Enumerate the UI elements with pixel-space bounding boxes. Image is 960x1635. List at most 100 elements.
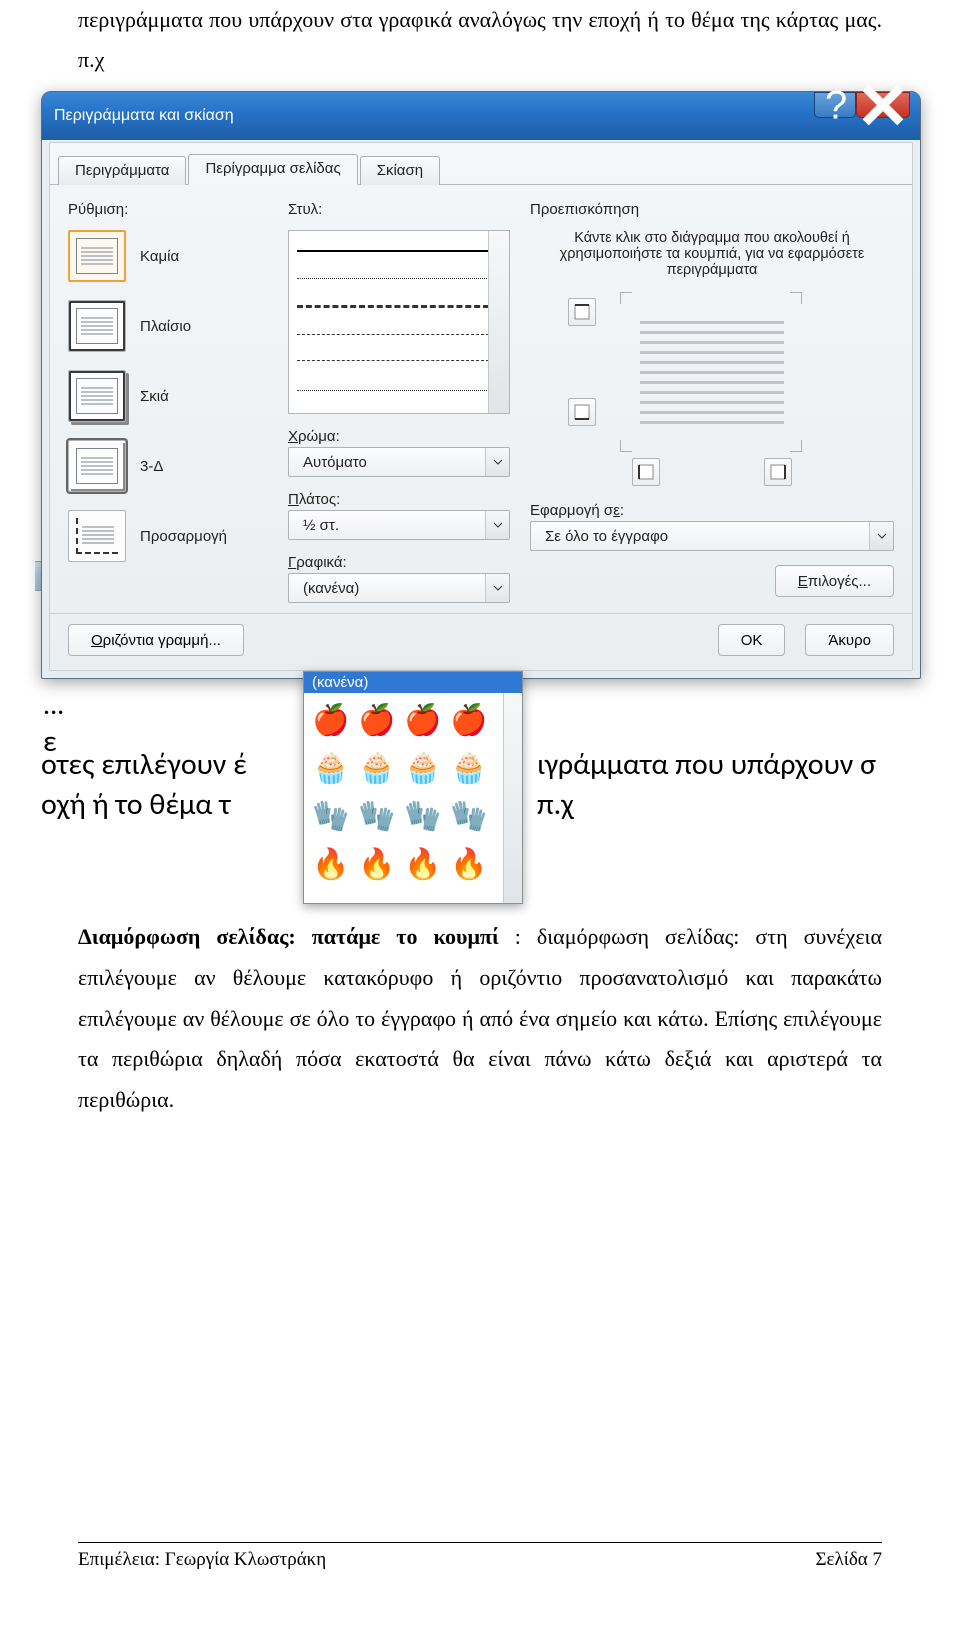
ok-button[interactable]: OK [718, 624, 786, 656]
bg-text-line-2: οχή ή το θέμα τ [41, 786, 231, 823]
corner-tick [790, 440, 802, 452]
dropdown-selected[interactable]: (κανένα) [304, 672, 522, 693]
setting-3d-label: 3-Δ [140, 458, 163, 475]
bg-peek-dots: ... [43, 687, 83, 722]
apple-icon: 🍎 [448, 699, 490, 741]
shadow-icon [68, 370, 126, 422]
apple-icon: 🍎 [310, 699, 352, 741]
three-d-icon [68, 440, 126, 492]
art-value: (κανένα) [303, 580, 359, 597]
apply-label: Εφαρμογή σε: [530, 502, 894, 519]
tab-shading-label: Σκίαση [377, 162, 423, 179]
intro-paragraph: περιγράμματα που υπάρχουν στα γραφικά αν… [78, 0, 882, 79]
art-row-apples[interactable]: 🍎 🍎 🍎 🍎 [310, 699, 502, 741]
preview-label: Προεπισκόπηση [530, 201, 894, 218]
options-button[interactable]: Επιλογές... [775, 565, 894, 597]
preview-diagram[interactable] [562, 292, 862, 452]
art-label: Γραφικά: [288, 554, 510, 571]
footer-page: Σελίδα 7 [815, 1549, 882, 1571]
corner-tick [790, 292, 802, 304]
cake-icon: 🧁 [356, 747, 398, 789]
preview-text-block [640, 300, 784, 444]
description-paragraph: Διαμόρφωση σελίδας: πατάμε το κουμπί : δ… [78, 917, 882, 1120]
style-label: Στυλ: [288, 201, 510, 218]
flame-icon: 🔥 [402, 843, 444, 885]
cake-icon: 🧁 [402, 747, 444, 789]
flame-icon: 🔥 [448, 843, 490, 885]
edge-right-button[interactable] [764, 458, 792, 486]
footer-author: Επιμέλεια: Γεωργία Κλωστράκη [78, 1549, 326, 1571]
style-solid [297, 250, 489, 252]
width-label: Πλάτος: [288, 491, 510, 508]
style-dashdot [297, 360, 489, 364]
setting-custom-label: Προσαρμογή [140, 528, 227, 545]
apply-select[interactable]: Σε όλο το έγγραφο [530, 521, 894, 551]
description-rest: : διαμόρφωση σελίδας: στη συνέχεια επιλέ… [78, 924, 882, 1112]
close-button[interactable] [856, 92, 910, 118]
art-row-mitten[interactable]: 🧤 🧤 🧤 🧤 [310, 795, 502, 837]
svg-text:?: ? [825, 85, 847, 125]
chevron-down-icon [869, 522, 893, 550]
flame-icon: 🔥 [310, 843, 352, 885]
art-row-flame[interactable]: 🔥 🔥 🔥 🔥 [310, 843, 502, 885]
mitten-icon: 🧤 [310, 795, 352, 837]
custom-icon [68, 510, 126, 562]
width-select[interactable]: ½ στ. [288, 510, 510, 540]
tab-shading[interactable]: Σκίαση [360, 156, 440, 185]
mitten-icon: 🧤 [448, 795, 490, 837]
setting-label: Ρύθμιση: [68, 201, 268, 218]
help-button[interactable]: ? [814, 92, 856, 118]
apple-icon: 🍎 [402, 699, 444, 741]
setting-none[interactable]: Καμία [68, 230, 268, 282]
description-lead: Διαμόρφωση σελίδας: πατάμε το κουμπί [78, 924, 499, 949]
setting-3d[interactable]: 3-Δ [68, 440, 268, 492]
cake-icon: 🧁 [310, 747, 352, 789]
style-dash-thick [297, 305, 489, 308]
cancel-button[interactable]: Άκυρο [805, 624, 894, 656]
color-label: Χρώμα: [288, 428, 510, 445]
style-dashdot-dot [297, 390, 489, 394]
edge-top-button[interactable] [568, 298, 596, 326]
bg-text-right-1: ιγράμματα που υπάρχουν σ [537, 746, 876, 783]
style-fine-dotted [297, 278, 489, 279]
bg-text-line-1: οτες επιλέγουν έ [41, 746, 247, 783]
none-icon [68, 230, 126, 282]
tab-borders-label: Περιγράμματα [75, 162, 169, 179]
dropdown-list[interactable]: 🍎 🍎 🍎 🍎 🧁 🧁 🧁 🧁 🧤 🧤 🧤 🧤 [304, 693, 522, 903]
edge-left-button[interactable] [632, 458, 660, 486]
mitten-icon: 🧤 [356, 795, 398, 837]
color-select[interactable]: Αυτόματο [288, 447, 510, 477]
art-row-cake[interactable]: 🧁 🧁 🧁 🧁 [310, 747, 502, 789]
style-list[interactable] [288, 230, 510, 414]
mitten-icon: 🧤 [402, 795, 444, 837]
cake-icon: 🧁 [448, 747, 490, 789]
horizontal-line-button[interactable]: Οριζόντια γραμμή... [68, 624, 244, 656]
setting-shadow[interactable]: Σκιά [68, 370, 268, 422]
preview-hint: Κάντε κλικ στο διάγραμμα που ακολουθεί ή… [556, 230, 868, 278]
tab-page-border-label: Περίγραμμα σελίδας [205, 160, 340, 177]
tab-borders[interactable]: Περιγράμματα [58, 156, 186, 185]
corner-tick [620, 440, 632, 452]
setting-none-label: Καμία [140, 248, 179, 265]
setting-shadow-label: Σκιά [140, 388, 169, 405]
color-value: Αυτόματο [303, 454, 367, 471]
art-dropdown-open[interactable]: (κανένα) 🍎 🍎 🍎 🍎 🧁 🧁 🧁 🧁 🧤 🧤 [303, 671, 523, 904]
edge-bottom-button[interactable] [568, 398, 596, 426]
setting-box[interactable]: Πλαίσιο [68, 300, 268, 352]
style-dash [297, 334, 489, 335]
width-value: ½ στ. [303, 517, 339, 534]
dialog-screenshot: Δ Lo ... ε Περιγράμματα και σκίαση ? [41, 91, 943, 851]
apple-icon: 🍎 [356, 699, 398, 741]
chevron-down-icon [485, 511, 509, 539]
chevron-down-icon [485, 448, 509, 476]
flame-icon: 🔥 [356, 843, 398, 885]
chevron-down-icon [485, 574, 509, 602]
apply-value: Σε όλο το έγγραφο [545, 528, 668, 545]
bg-text-right-2: π.χ [537, 786, 574, 823]
box-icon [68, 300, 126, 352]
setting-custom[interactable]: Προσαρμογή [68, 510, 268, 562]
tab-page-border[interactable]: Περίγραμμα σελίδας [188, 154, 357, 185]
dialog-title: Περιγράμματα και σκίαση [54, 107, 234, 125]
art-select[interactable]: (κανένα) [288, 573, 510, 603]
corner-tick [620, 292, 632, 304]
